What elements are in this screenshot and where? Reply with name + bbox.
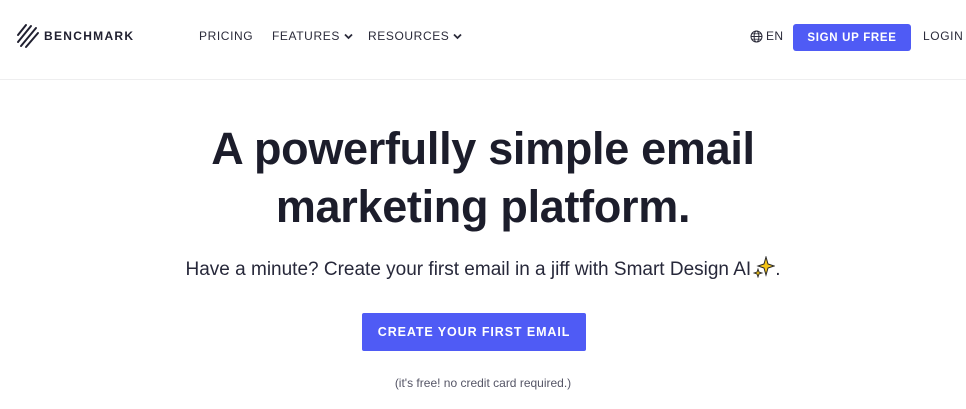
logo[interactable]: BENCHMARK [16,22,134,50]
hero-subtitle-end: . [775,259,781,280]
language-selector[interactable]: EN [750,29,783,43]
hero-title-line-2: marketing platform. [275,181,691,232]
nav-pricing[interactable]: PRICING [199,29,253,43]
nav-features-label: FEATURES [272,29,340,43]
sparkle-icon [753,256,776,278]
globe-icon [750,30,763,42]
nav-features[interactable]: FEATURES [272,29,353,43]
chevron-down-icon [453,33,463,39]
nav-pricing-label: PRICING [199,29,254,43]
chevron-down-icon [344,33,353,39]
logo-text: BENCHMARK [44,29,135,43]
hero-subtitle-text: Have a minute? Create your first email i… [185,259,752,280]
hero-subtitle: Have a minute? Create your first email i… [0,256,966,281]
create-first-email-button[interactable]: CREATE YOUR FIRST EMAIL [362,313,586,351]
hero-title-line-1: A powerfully simple email [211,123,755,174]
sign-up-button[interactable]: SIGN UP FREE [793,24,911,51]
site-header: BENCHMARK PRICING FEATURES RESOURCES EN … [0,0,966,80]
nav-resources[interactable]: RESOURCES [368,29,463,43]
hero-title: A powerfully simple email marketing plat… [0,120,966,236]
benchmark-logo-icon [17,24,39,48]
language-label: EN [766,29,784,43]
login-link[interactable]: LOGIN [923,29,963,43]
free-note: (it's free! no credit card required.) [394,376,572,390]
nav-resources-label: RESOURCES [368,29,450,43]
